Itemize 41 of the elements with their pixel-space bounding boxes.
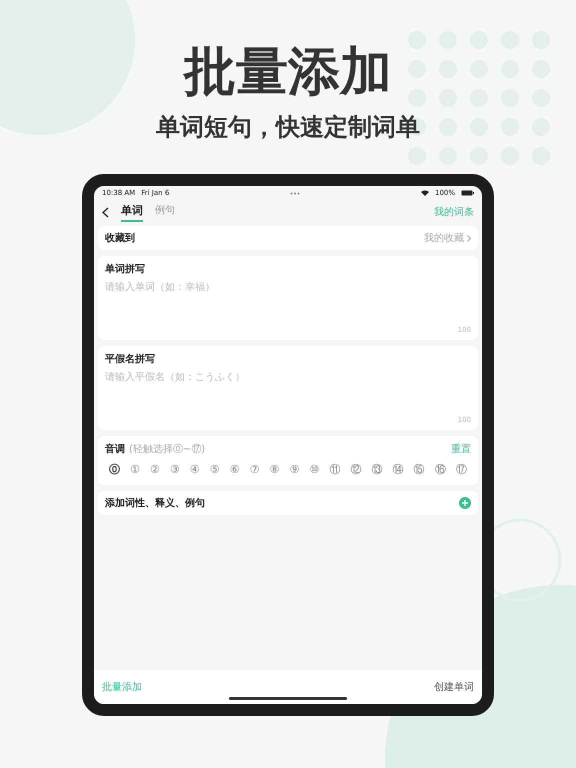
tone-label: 音调 [105, 442, 125, 456]
tone-option[interactable]: ⑭ [392, 462, 404, 477]
tone-option[interactable]: ⑪ [329, 462, 340, 477]
tone-option[interactable]: ⑤ [210, 462, 220, 477]
collect-row[interactable]: 收藏到 我的收藏 [98, 226, 478, 250]
chevron-icon [467, 234, 471, 242]
multitask-dots-icon [290, 192, 300, 194]
tone-hint: (轻触选择⓪~⑰) [129, 442, 206, 456]
subtitle: 单词短句，快速定制词单 [156, 112, 420, 142]
wifi-icon [420, 190, 429, 196]
tone-option[interactable]: ⑯ [434, 462, 446, 477]
tone-option[interactable]: ④ [190, 462, 200, 477]
tone-option[interactable]: ⑧ [270, 462, 280, 477]
plus-icon [461, 499, 469, 507]
headline: 批量添加 [184, 41, 392, 104]
tone-option[interactable]: ③ [170, 462, 180, 477]
tone-option[interactable]: ⑬ [372, 462, 383, 477]
tone-option[interactable]: ⑩ [310, 462, 320, 477]
tab[interactable]: 单词 [121, 202, 143, 222]
tone-option[interactable]: ⑰ [456, 462, 467, 477]
tone-option[interactable]: ⑨ [290, 462, 300, 477]
create-word-button[interactable]: 创建单词 [434, 680, 474, 694]
tone-option[interactable]: ⑮ [414, 462, 425, 477]
add-details-row[interactable]: 添加词性、释义、例句 [98, 491, 478, 515]
collection-selector[interactable]: 我的收藏 [424, 231, 471, 245]
tone-option[interactable]: ⑦ [250, 462, 260, 477]
tone-option[interactable]: ① [130, 462, 140, 477]
tone-option[interactable]: ⓪ [109, 462, 120, 477]
field-label: 平假名拼写 [105, 352, 156, 366]
collect-label: 收藏到 [105, 232, 135, 245]
add-details-label: 添加词性、释义、例句 [105, 496, 205, 510]
tone-option[interactable]: ⑫ [350, 462, 362, 477]
tab[interactable]: 例句 [155, 203, 175, 221]
batch-add-button[interactable]: 批量添加 [102, 680, 142, 694]
tone-option[interactable]: ② [150, 462, 160, 477]
my-entries-link[interactable]: 我的词条 [434, 205, 474, 219]
battery-icon [461, 190, 474, 196]
field-label: 单词拼写 [105, 262, 146, 276]
back-icon[interactable] [102, 206, 109, 218]
tone-option[interactable]: ⑥ [230, 462, 240, 477]
reset-button[interactable]: 重置 [451, 442, 471, 456]
